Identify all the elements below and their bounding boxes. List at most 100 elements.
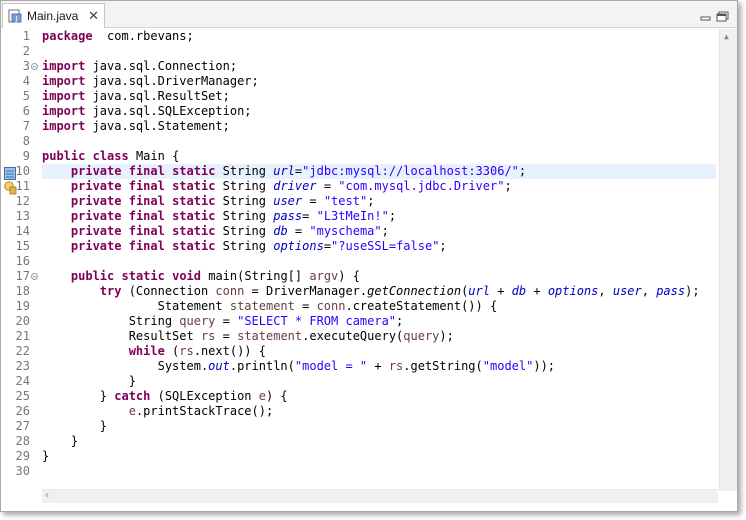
line-number: 2 <box>22 44 30 58</box>
code-token: rs <box>388 359 404 373</box>
code-line: ResultSet rs = statement.executeQuery(qu… <box>42 329 454 344</box>
code-line: } <box>42 449 49 464</box>
scroll-left-icon[interactable]: ‹ <box>45 490 49 501</box>
code-token: getConnection <box>367 284 462 298</box>
minimize-icon[interactable] <box>700 8 712 27</box>
code-token: ResultSet <box>42 329 201 343</box>
code-token: ) { <box>265 389 288 403</box>
line-number: 24 <box>15 374 30 388</box>
code-token: conn <box>316 299 346 313</box>
line-number: 26 <box>15 404 30 418</box>
code-token: Statement <box>42 299 230 313</box>
code-token: Main { <box>128 149 180 163</box>
line-number: 30 <box>15 464 30 478</box>
code-line: private final static String db = "mysche… <box>42 224 389 239</box>
code-token: import <box>42 74 86 88</box>
code-area[interactable]: package com.rbevans; import java.sql.Conn… <box>42 29 718 489</box>
code-token: ( <box>164 344 180 358</box>
code-token: System. <box>42 359 209 373</box>
line-number: 3 <box>22 59 30 73</box>
editor-window: J Main.java ✕ 1 2 3 4 5 6 7 8 9 10 11 12 13 14 15 16 17 1… <box>0 0 738 512</box>
code-token: static <box>172 224 216 238</box>
code-token: final <box>128 179 165 193</box>
code-token: options <box>273 239 324 253</box>
code-token: final <box>128 209 165 223</box>
code-token: query <box>403 329 440 343</box>
code-token: + <box>489 284 512 298</box>
code-token: ; <box>367 194 375 208</box>
close-icon[interactable]: ✕ <box>88 8 99 24</box>
code-token: "com.mysql.jdbc.Driver" <box>338 179 505 193</box>
code-token: static <box>121 269 165 283</box>
line-number: 4 <box>22 74 30 88</box>
code-token: public <box>70 269 115 283</box>
code-token: "?useSSL=false" <box>331 239 440 253</box>
code-token: = <box>287 224 310 238</box>
code-editor[interactable]: 1 2 3 4 5 6 7 8 9 10 11 12 13 14 15 16 17 18 19 20 21 22 23 24 2… <box>2 29 737 503</box>
line-number: 20 <box>15 314 30 328</box>
fold-collapse-icon[interactable]: − <box>31 273 38 281</box>
code-token: com.rbevans; <box>92 29 194 43</box>
code-line: while (rs.next()) { <box>42 344 266 359</box>
code-token: "SELECT * FROM camera" <box>237 314 397 328</box>
code-token: } <box>42 449 50 463</box>
code-token: pass <box>273 209 303 223</box>
tab-main-java[interactable]: J Main.java ✕ <box>2 3 105 28</box>
code-line: private final static String options="?us… <box>42 239 447 254</box>
fold-collapse-icon[interactable]: − <box>31 63 38 71</box>
code-token: while <box>128 344 165 358</box>
code-token: (Connection <box>121 284 216 298</box>
code-token: String <box>215 224 274 238</box>
line-number: 17 <box>15 269 30 283</box>
code-token: } <box>42 419 108 433</box>
line-number: 14 <box>15 224 30 238</box>
code-line: String query = "SELECT * FROM camera"; <box>42 314 404 329</box>
scroll-up-icon[interactable]: ▲ <box>724 32 729 41</box>
code-token: user <box>612 284 642 298</box>
code-token: String <box>215 209 274 223</box>
code-line: import java.sql.SQLException; <box>42 104 252 119</box>
code-token: options <box>547 284 599 298</box>
vertical-scrollbar[interactable]: ▲ <box>719 29 737 491</box>
code-token: final <box>128 224 165 238</box>
line-number: 9 <box>22 149 30 163</box>
code-token: final <box>128 194 165 208</box>
horizontal-scrollbar[interactable]: ‹ <box>42 489 718 503</box>
code-token: main(String[] <box>201 269 310 283</box>
code-token: java.sql.Statement; <box>85 119 230 133</box>
code-line: try (Connection conn = DriverManager.get… <box>42 284 700 299</box>
code-token: java.sql.SQLException; <box>85 104 252 118</box>
code-token: static <box>172 239 216 253</box>
line-number: 16 <box>15 254 30 268</box>
code-line: } <box>42 374 136 389</box>
code-line: public class Main { <box>42 149 179 164</box>
code-line: public static void main(String[] argv) { <box>42 269 360 284</box>
code-token: static <box>172 179 216 193</box>
maximize-icon[interactable] <box>716 8 730 27</box>
code-token: } <box>42 434 79 448</box>
code-token: = <box>215 329 238 343</box>
code-token: user <box>273 194 303 208</box>
code-token: try <box>99 284 122 298</box>
code-token: query <box>179 314 216 328</box>
line-number: 1 <box>22 29 30 43</box>
code-token: "model" <box>482 359 534 373</box>
code-token: java.sql.Connection; <box>85 59 238 73</box>
code-token: private <box>70 239 122 253</box>
code-token: String <box>42 314 180 328</box>
code-token: .getString( <box>403 359 483 373</box>
code-token: static <box>172 209 216 223</box>
warning-icon[interactable] <box>4 180 17 199</box>
line-number: 29 <box>15 449 30 463</box>
code-line: Statement statement = conn.createStateme… <box>42 299 498 314</box>
code-line: private final static String user = "test… <box>42 194 375 209</box>
line-number: 28 <box>15 434 30 448</box>
